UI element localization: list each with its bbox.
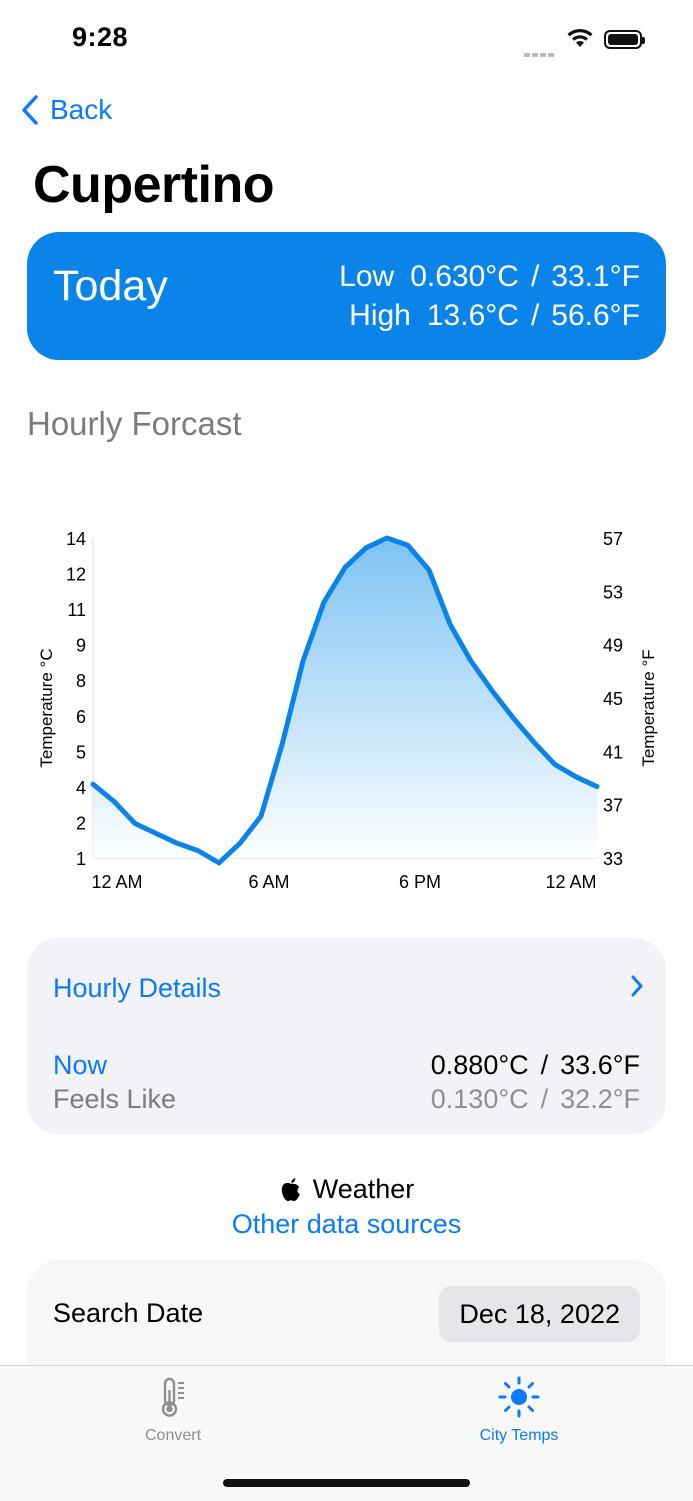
back-label: Back <box>50 94 113 125</box>
x-tick-label: 6 PM <box>399 872 441 892</box>
status-time: 9:28 <box>72 22 129 52</box>
battery-icon <box>604 30 645 49</box>
y-right-axis-title: Temperature °F <box>639 649 658 766</box>
hourly-forecast-title: Hourly Forcast <box>27 405 242 442</box>
y-right-tick-label: 37 <box>603 796 623 816</box>
tab-city-temps[interactable]: City Temps <box>449 1376 589 1445</box>
y-right-tick-label: 57 <box>603 529 623 549</box>
x-tick-label: 6 AM <box>248 872 289 892</box>
apple-logo-icon <box>281 1177 300 1201</box>
now-fahrenheit: 33.6°F <box>560 1050 640 1080</box>
sun-icon <box>498 1376 540 1418</box>
tab-city-temps-label: City Temps <box>479 1427 559 1444</box>
x-tick-label: 12 AM <box>545 872 596 892</box>
y-left-tick-label: 14 <box>66 529 86 549</box>
y-right-tick-label: 41 <box>603 742 623 762</box>
today-low-row: Low 0.630°C / 33.1°F <box>339 260 640 294</box>
temperature-area <box>93 538 597 863</box>
y-right-tick-label: 45 <box>603 689 623 709</box>
weather-brand-label: Weather <box>312 1174 415 1204</box>
y-left-tick-label: 9 <box>76 636 86 656</box>
feels-like-label: Feels Like <box>53 1084 177 1114</box>
y-left-tick-label: 1 <box>76 849 86 869</box>
y-left-axis-title: Temperature °C <box>37 648 56 767</box>
tab-convert[interactable]: Convert <box>103 1376 243 1445</box>
now-value: 0.880°C / 33.6°F <box>431 1050 640 1081</box>
wifi-icon <box>565 27 595 54</box>
page-title: Cupertino <box>33 156 275 214</box>
back-button[interactable]: Back <box>20 94 112 126</box>
high-fahrenheit: 56.6°F <box>551 299 640 332</box>
high-separator: / <box>530 299 540 332</box>
hourly-details-link[interactable]: Hourly Details <box>53 973 221 1004</box>
y-right-tick-label: 33 <box>603 849 623 869</box>
low-celsius: 0.630°C <box>410 260 519 293</box>
low-label: Low <box>339 260 395 293</box>
now-celsius: 0.880°C <box>430 1050 529 1080</box>
other-data-sources-link[interactable]: Other data sources <box>0 1209 693 1240</box>
feels-celsius: 0.130°C <box>430 1084 529 1114</box>
feels-like-value: 0.130°C / 32.2°F <box>431 1084 640 1115</box>
today-label: Today <box>53 262 168 310</box>
hourly-temperature-chart: 14 12 11 9 8 6 5 4 2 1 57 53 49 45 41 37 33 12 AM 6 AM 6 PM… <box>37 529 658 892</box>
low-fahrenheit: 33.1°F <box>551 260 640 293</box>
chevron-left-icon <box>22 95 38 125</box>
today-high-row: High 13.6°C / 56.6°F <box>349 299 640 333</box>
y-left-tick-label: 2 <box>76 813 86 833</box>
cellular-signal-icon <box>524 44 558 57</box>
today-card: Today Low 0.630°C / 33.1°F High 13.6°C /… <box>27 232 666 360</box>
y-left-tick-label: 6 <box>76 707 86 727</box>
weather-attribution: Weather <box>0 1174 693 1205</box>
high-celsius: 13.6°C <box>426 299 519 332</box>
y-right-tick-label: 49 <box>603 636 623 656</box>
feels-fahrenheit: 32.2°F <box>560 1084 640 1114</box>
search-date-label: Search Date <box>53 1298 204 1328</box>
y-right-tick-label: 53 <box>603 582 623 602</box>
x-tick-label: 12 AM <box>91 872 142 892</box>
y-left-tick-label: 5 <box>76 742 86 762</box>
home-indicator <box>223 1479 470 1487</box>
feels-separator: / <box>540 1084 549 1114</box>
hourly-details-card: Hourly Details Now Feels Like 0.880°C / 33… <box>27 938 666 1134</box>
date-picker[interactable]: Dec 18, 2022 <box>439 1286 640 1342</box>
search-date-row: Search Date Dec 18, 2022 <box>27 1260 666 1370</box>
y-left-tick-label: 8 <box>76 671 86 691</box>
now-separator: / <box>540 1050 549 1080</box>
y-left-tick-label: 12 <box>66 565 86 585</box>
y-left-tick-label: 4 <box>76 778 86 798</box>
chevron-right-icon[interactable] <box>630 974 644 1003</box>
low-separator: / <box>530 260 540 293</box>
y-left-tick-label: 11 <box>67 600 86 620</box>
thermometer-icon <box>161 1377 184 1417</box>
high-label: High <box>349 299 411 332</box>
now-label: Now <box>53 1050 108 1080</box>
tab-convert-label: Convert <box>144 1427 202 1444</box>
